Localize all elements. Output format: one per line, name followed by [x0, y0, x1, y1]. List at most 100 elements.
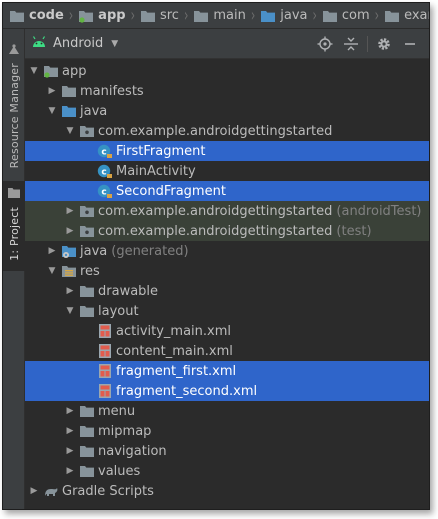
hide-icon[interactable]: [397, 33, 423, 55]
breadcrumb-separator: ›: [312, 5, 317, 26]
folder-icon: [79, 423, 95, 439]
tree-row[interactable]: ▶ values: [25, 461, 429, 481]
breadcrumb-item-src[interactable]: src: [140, 3, 179, 29]
project-tab[interactable]: 1: Project: [3, 181, 25, 271]
left-tool-strip: Resource Manager 1: Project: [3, 29, 25, 509]
tree-row[interactable]: c FirstFragment: [25, 141, 429, 161]
expand-arrow-right-icon[interactable]: ▶: [63, 426, 77, 436]
tree-row[interactable]: ▶ drawable: [25, 281, 429, 301]
folder-icon: [79, 403, 95, 419]
locate-icon[interactable]: [312, 33, 338, 55]
toolbar-divider: [367, 35, 368, 52]
gradle-icon: [43, 483, 59, 499]
resource-folder-icon: [61, 263, 77, 279]
folder-icon: [79, 443, 95, 459]
breadcrumb-label: src: [159, 8, 179, 23]
tree-row[interactable]: ▶ com.example.androidgettingstarted (test): [25, 221, 429, 241]
breadcrumb-item-code[interactable]: code: [9, 3, 64, 29]
tree-row[interactable]: ▶ manifests: [25, 81, 429, 101]
expand-arrow-right-icon[interactable]: ▶: [45, 86, 59, 96]
tree-label: java: [80, 103, 108, 119]
breadcrumb: code › app › src › main › java › com › example: [3, 3, 429, 29]
tree-row[interactable]: ▶ navigation: [25, 441, 429, 461]
resource-manager-tab[interactable]: Resource Manager: [3, 39, 25, 171]
project-tree: ▼ app ▶ manifests ▼ java ▼ com.example.androidg…: [25, 59, 429, 509]
tree-hint: (androidTest): [336, 203, 422, 219]
expand-arrow-down-icon[interactable]: ▼: [63, 126, 77, 136]
tree-row[interactable]: ▼ res: [25, 261, 429, 281]
class-icon: c: [97, 163, 113, 179]
expand-arrow-right-icon[interactable]: ▶: [45, 246, 59, 256]
tree-row[interactable]: activity_main.xml: [25, 321, 429, 341]
tree-label: navigation: [98, 443, 167, 459]
layout-file-icon: [97, 343, 113, 359]
class-icon: c: [97, 143, 113, 159]
generated-folder-icon: [61, 243, 77, 259]
expand-arrow-right-icon[interactable]: ▶: [27, 486, 41, 496]
source-folder-icon: [260, 9, 276, 23]
tree-row[interactable]: ▼ layout: [25, 301, 429, 321]
tree-label: Gradle Scripts: [62, 483, 154, 499]
module-icon: [78, 9, 94, 23]
breadcrumb-separator: ›: [183, 5, 189, 26]
svg-text:c: c: [101, 187, 106, 197]
tree-label: res: [80, 263, 100, 279]
breadcrumb-label: code: [29, 8, 64, 23]
expand-arrow-right-icon[interactable]: ▶: [63, 206, 77, 216]
tree-row[interactable]: ▼ com.example.androidgettingstarted: [25, 121, 429, 141]
folder-icon: [79, 463, 95, 479]
project-toolbar: Android ▼: [25, 29, 429, 59]
folder-icon: [9, 9, 25, 23]
expand-arrow-down-icon[interactable]: ▼: [27, 66, 41, 76]
expand-arrow-down-icon[interactable]: ▼: [45, 266, 59, 276]
breadcrumb-separator: ›: [250, 5, 256, 26]
project-tool-window: code › app › src › main › java › com › example Resou…: [2, 2, 430, 510]
tree-label: fragment_first.xml: [116, 363, 237, 379]
package-icon: [79, 223, 95, 239]
breadcrumb-item-app[interactable]: app: [78, 3, 126, 29]
tree-label: content_main.xml: [116, 343, 233, 359]
expand-arrow-right-icon[interactable]: ▶: [63, 406, 77, 416]
folder-icon: [322, 9, 338, 23]
folder-icon: [193, 9, 209, 23]
tree-label: java: [80, 243, 108, 259]
breadcrumb-item-main[interactable]: main: [193, 3, 246, 29]
expand-arrow-right-icon[interactable]: ▶: [63, 226, 77, 236]
resource-manager-label: Resource Manager: [7, 63, 21, 169]
folder-icon: [61, 83, 77, 99]
breadcrumb-label: app: [98, 8, 126, 23]
tree-label: MainActivity: [116, 163, 196, 179]
collapse-all-icon[interactable]: [338, 33, 364, 55]
tree-label: activity_main.xml: [116, 323, 232, 339]
tree-row[interactable]: ▼ java: [25, 101, 429, 121]
tree-row[interactable]: c SecondFragment: [25, 181, 429, 201]
package-icon: [79, 123, 95, 139]
tree-label: com.example.androidgettingstarted: [98, 123, 333, 139]
tree-row[interactable]: ▶ menu: [25, 401, 429, 421]
breadcrumb-label: com: [341, 8, 370, 23]
expand-arrow-down-icon[interactable]: ▼: [63, 306, 77, 316]
tree-row[interactable]: ▶ Gradle Scripts: [25, 481, 429, 501]
breadcrumb-item-example[interactable]: example: [384, 3, 429, 29]
tree-row[interactable]: ▶ mipmap: [25, 421, 429, 441]
expand-arrow-right-icon[interactable]: ▶: [63, 466, 77, 476]
tree-row[interactable]: c MainActivity: [25, 161, 429, 181]
tree-label: mipmap: [98, 423, 152, 439]
class-icon: c: [97, 183, 113, 199]
expand-arrow-down-icon[interactable]: ▼: [45, 106, 59, 116]
breadcrumb-item-com[interactable]: com: [322, 3, 370, 29]
breadcrumb-label: example: [404, 8, 429, 23]
tree-row[interactable]: fragment_first.xml: [25, 361, 429, 381]
tree-label: drawable: [98, 283, 159, 299]
tree-label: menu: [98, 403, 136, 419]
tree-row[interactable]: fragment_second.xml: [25, 381, 429, 401]
tree-row[interactable]: content_main.xml: [25, 341, 429, 361]
tree-row[interactable]: ▶ com.example.androidgettingstarted (andro…: [25, 201, 429, 221]
expand-arrow-right-icon[interactable]: ▶: [63, 286, 77, 296]
expand-arrow-right-icon[interactable]: ▶: [63, 446, 77, 456]
breadcrumb-item-java[interactable]: java: [260, 3, 308, 29]
gear-icon[interactable]: [371, 33, 397, 55]
view-selector[interactable]: Android ▼: [31, 35, 118, 52]
tree-row[interactable]: ▼ app: [25, 61, 429, 81]
tree-row[interactable]: ▶ java (generated): [25, 241, 429, 261]
